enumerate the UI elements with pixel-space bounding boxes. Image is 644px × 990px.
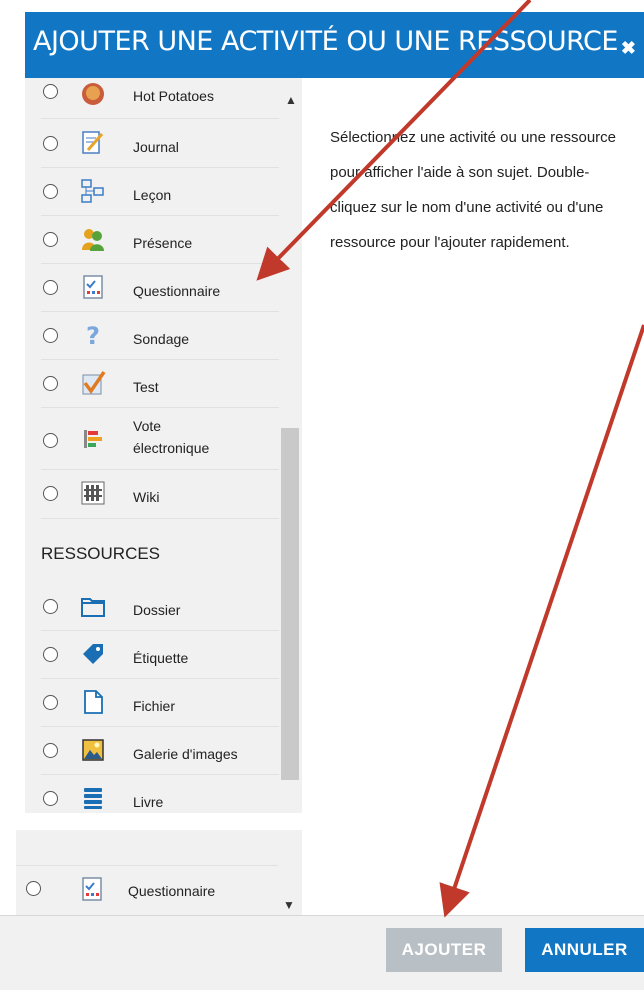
divider: [16, 865, 278, 866]
book-icon: [84, 788, 102, 809]
list-item-survey[interactable]: ? Sondage: [25, 313, 278, 359]
divider: [41, 167, 279, 168]
attendance-icon: [82, 229, 104, 251]
close-icon[interactable]: ✖: [621, 38, 636, 59]
divider: [41, 407, 279, 408]
questionnaire-icon: [82, 877, 102, 901]
radio-image-gallery[interactable]: [43, 743, 58, 758]
divider: [41, 518, 279, 519]
list-scrollbar[interactable]: ▲: [280, 90, 300, 790]
radio-lesson[interactable]: [43, 184, 58, 199]
cancel-button[interactable]: ANNULER: [525, 928, 644, 972]
divider: [41, 215, 279, 216]
scrollbar-thumb[interactable]: [281, 428, 299, 780]
lesson-icon: [81, 179, 104, 203]
list-item-label: Hot Potatoes: [133, 88, 214, 104]
list-item-label: Journal: [133, 139, 179, 155]
help-text: Sélectionnez une activité ou une ressour…: [330, 129, 617, 251]
list-item-folder[interactable]: Dossier: [25, 584, 278, 630]
list-item-label: Dossier: [133, 602, 181, 618]
list-item-label: Sondage: [133, 331, 190, 347]
quiz-icon: [82, 371, 106, 395]
divider: [41, 263, 279, 264]
image-gallery-icon: [82, 739, 104, 761]
divider: [41, 630, 279, 631]
svg-text:?: ?: [86, 322, 100, 348]
list-item-lesson[interactable]: Leçon: [25, 169, 278, 215]
list-item-label-line1: Vote: [133, 418, 162, 434]
radio-survey[interactable]: [43, 328, 58, 343]
radio-label-resource[interactable]: [43, 647, 58, 662]
list-item-label-resource[interactable]: Étiquette: [25, 632, 278, 678]
list-item-image-gallery[interactable]: Galerie d'images: [25, 728, 278, 774]
dialog-title: AJOUTER UNE ACTIVITÉ OU UNE RESSOURCE: [33, 26, 618, 57]
list-item-label: Galerie d'images: [133, 746, 238, 762]
radio-attendance[interactable]: [43, 232, 58, 247]
list-item-label: Test: [133, 379, 159, 395]
list-item-label: Étiquette: [133, 650, 189, 666]
list-item-label: Leçon: [133, 187, 172, 203]
list-item-label: Wiki: [133, 489, 160, 505]
divider: [41, 774, 279, 775]
list-item-attendance[interactable]: Présence: [25, 217, 278, 263]
list-item-questionnaire[interactable]: Questionnaire: [25, 265, 278, 311]
list-item-quiz[interactable]: Test: [25, 361, 278, 407]
list-item-label: Présence: [133, 235, 193, 251]
label-icon: [83, 644, 103, 664]
questionnaire-icon: [83, 275, 103, 299]
list-item-label: Livre: [133, 794, 164, 810]
hot-potatoes-icon: [82, 83, 104, 105]
activity-chooser-list: Hot Potatoes Journal Leçon Présence Ques…: [25, 78, 302, 813]
radio-questionnaire[interactable]: [43, 280, 58, 295]
radio-quiz[interactable]: [43, 376, 58, 391]
radio-journal[interactable]: [43, 136, 58, 151]
list-item-label: Questionnaire: [128, 883, 216, 899]
list-item-wiki[interactable]: Wiki: [25, 471, 278, 517]
list-item-book[interactable]: Livre: [25, 776, 278, 813]
list-item-label-line2: électronique: [133, 440, 210, 456]
list-item-journal[interactable]: Journal: [25, 121, 278, 167]
choice-icon: [84, 430, 102, 448]
divider: [41, 726, 279, 727]
dialog-header: AJOUTER UNE ACTIVITÉ OU UNE RESSOURCE ✖: [25, 12, 644, 78]
file-icon: [84, 690, 103, 714]
radio-hot-potatoes[interactable]: [43, 84, 58, 99]
list-item-label: Fichier: [133, 698, 176, 714]
radio-file[interactable]: [43, 695, 58, 710]
list-item-hot-potatoes[interactable]: Hot Potatoes: [25, 78, 278, 106]
survey-icon: ?: [86, 322, 100, 348]
chevron-up-icon[interactable]: ▲: [285, 93, 297, 107]
list-item-label: Questionnaire: [133, 283, 221, 299]
list-item-file[interactable]: Fichier: [25, 680, 278, 726]
list-item-questionnaire-lower[interactable]: Questionnaire: [16, 868, 269, 914]
radio-folder[interactable]: [43, 599, 58, 614]
list-continuation-panel: Questionnaire: [16, 830, 302, 915]
resources-section-title: RESSOURCES: [41, 544, 161, 563]
divider: [41, 311, 279, 312]
add-button[interactable]: AJOUTER: [386, 928, 502, 972]
divider: [41, 118, 279, 119]
list-item-choice[interactable]: Vote électronique: [25, 409, 278, 469]
radio-choice[interactable]: [43, 433, 58, 448]
wiki-icon: [81, 481, 105, 505]
folder-icon: [81, 598, 105, 617]
help-panel: Sélectionnez une activité ou une ressour…: [302, 90, 644, 910]
journal-icon: [82, 131, 104, 154]
radio-wiki[interactable]: [43, 486, 58, 501]
chevron-down-icon[interactable]: ▼: [283, 898, 295, 912]
radio-book[interactable]: [43, 791, 58, 806]
divider: [41, 359, 279, 360]
radio-questionnaire[interactable]: [26, 881, 41, 896]
divider: [41, 678, 279, 679]
divider: [41, 469, 279, 470]
